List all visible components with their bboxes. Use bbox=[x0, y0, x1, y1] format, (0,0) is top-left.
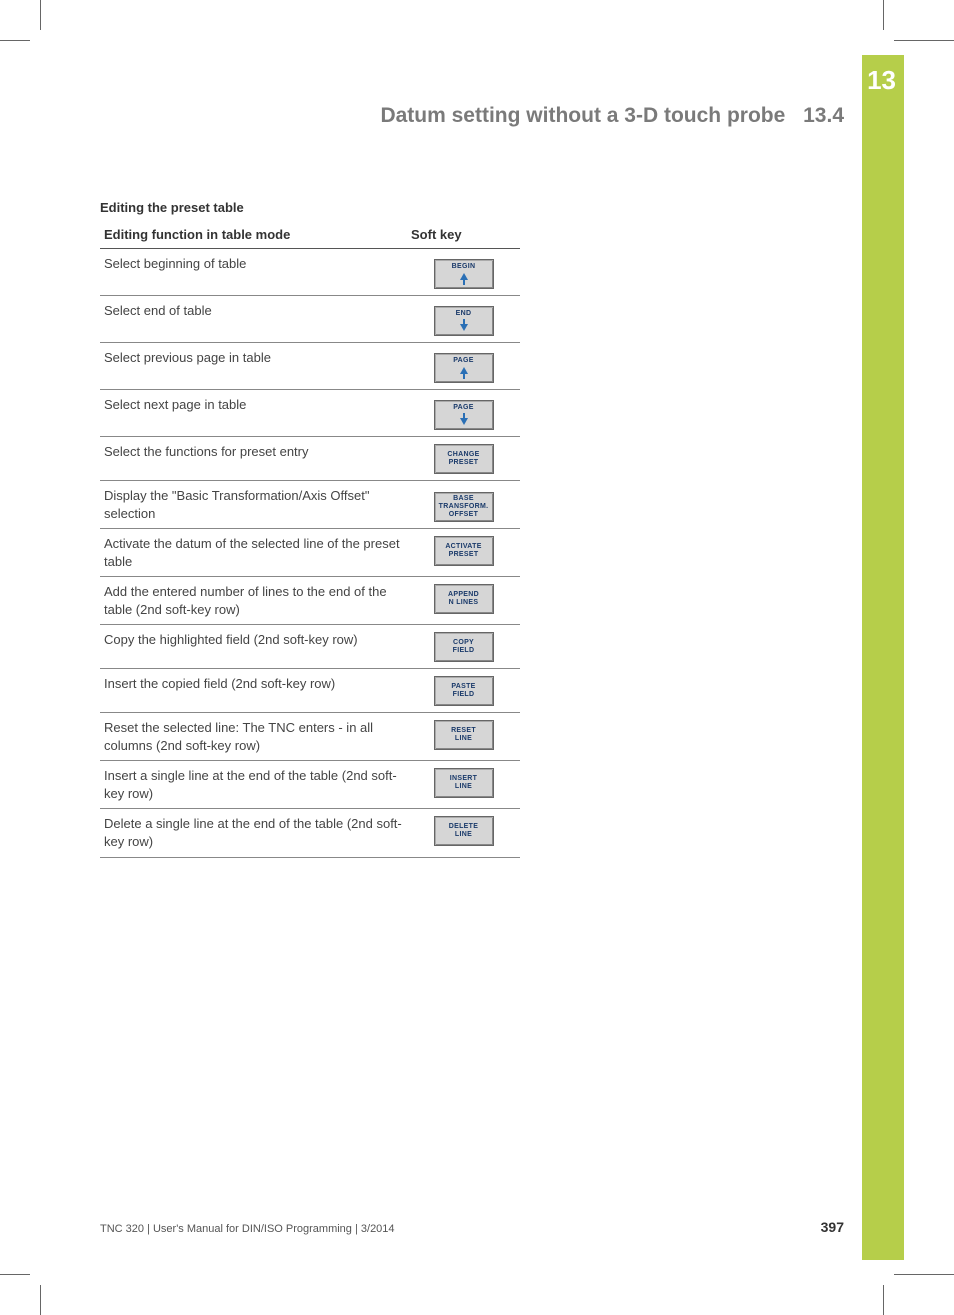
table-row: Insert a single line at the end of the t… bbox=[100, 761, 520, 809]
function-description: Delete a single line at the end of the t… bbox=[100, 809, 407, 857]
softkey-label: CHANGE PRESET bbox=[447, 451, 479, 467]
table-row: Select end of table END bbox=[100, 296, 520, 343]
softkey-label: RESET LINE bbox=[451, 727, 476, 743]
softkey-cell: INSERT LINE bbox=[407, 761, 520, 809]
softkey-label: INSERT LINE bbox=[450, 775, 477, 791]
softkey-button: PAGE bbox=[434, 353, 494, 383]
footer-text: TNC 320 | User's Manual for DIN/ISO Prog… bbox=[100, 1223, 395, 1235]
crop-mark bbox=[40, 1285, 41, 1315]
table-row: Display the "Basic Transformation/Axis O… bbox=[100, 481, 520, 529]
table-row: Copy the highlighted field (2nd soft-key… bbox=[100, 625, 520, 669]
softkey-label: COPY FIELD bbox=[453, 639, 475, 655]
header-section-number: 13.4 bbox=[803, 104, 844, 127]
function-description: Reset the selected line: The TNC enters … bbox=[100, 713, 407, 761]
softkey-button: CHANGE PRESET bbox=[434, 444, 494, 474]
table-row: Select previous page in table PAGE bbox=[100, 343, 520, 390]
function-description: Add the entered number of lines to the e… bbox=[100, 577, 407, 625]
chapter-tab bbox=[862, 55, 904, 1260]
softkey-button: APPEND N LINES bbox=[434, 584, 494, 614]
function-description: Display the "Basic Transformation/Axis O… bbox=[100, 481, 407, 529]
crop-mark bbox=[0, 40, 30, 41]
content-area: Editing the preset table Editing functio… bbox=[100, 200, 520, 858]
softkey-label: DELETE LINE bbox=[449, 823, 478, 839]
arrow-down-icon bbox=[460, 319, 468, 332]
function-description: Select next page in table bbox=[100, 390, 407, 437]
softkey-label: ACTIVATE PRESET bbox=[445, 543, 481, 559]
table-row: Insert the copied field (2nd soft-key ro… bbox=[100, 669, 520, 713]
softkey-label: PAGE bbox=[453, 357, 474, 365]
crop-mark bbox=[894, 40, 954, 41]
table-row: Activate the datum of the selected line … bbox=[100, 529, 520, 577]
function-description: Select beginning of table bbox=[100, 249, 407, 296]
softkey-cell: COPY FIELD bbox=[407, 625, 520, 669]
function-description: Copy the highlighted field (2nd soft-key… bbox=[100, 625, 407, 669]
softkey-cell: CHANGE PRESET bbox=[407, 437, 520, 481]
arrow-up-icon bbox=[460, 272, 468, 285]
function-description: Select end of table bbox=[100, 296, 407, 343]
header-title: Datum setting without a 3-D touch probe bbox=[380, 104, 785, 127]
softkey-label: END bbox=[456, 310, 472, 318]
function-description: Activate the datum of the selected line … bbox=[100, 529, 407, 577]
crop-mark bbox=[0, 1274, 30, 1275]
softkey-cell: RESET LINE bbox=[407, 713, 520, 761]
table-row: Add the entered number of lines to the e… bbox=[100, 577, 520, 625]
softkey-label: BEGIN bbox=[452, 263, 476, 271]
page-header: Datum setting without a 3-D touch probe … bbox=[100, 104, 844, 128]
softkey-cell: DELETE LINE bbox=[407, 809, 520, 857]
crop-mark bbox=[883, 1285, 884, 1315]
table-row: Select the functions for preset entry CHA… bbox=[100, 437, 520, 481]
softkey-button: BEGIN bbox=[434, 259, 494, 289]
softkey-cell: BEGIN bbox=[407, 249, 520, 296]
softkey-button: COPY FIELD bbox=[434, 632, 494, 662]
softkey-cell: BASE TRANSFORM. OFFSET bbox=[407, 481, 520, 529]
arrow-down-icon bbox=[460, 413, 468, 426]
softkey-label: PASTE FIELD bbox=[451, 683, 475, 699]
function-description: Select previous page in table bbox=[100, 343, 407, 390]
crop-mark bbox=[883, 0, 884, 30]
softkey-button: RESET LINE bbox=[434, 720, 494, 750]
softkey-label: APPEND N LINES bbox=[448, 591, 479, 607]
chapter-number: 13 bbox=[867, 65, 896, 96]
crop-mark bbox=[894, 1274, 954, 1275]
softkey-button: INSERT LINE bbox=[434, 768, 494, 798]
table-row: Delete a single line at the end of the t… bbox=[100, 809, 520, 857]
softkey-cell: PAGE bbox=[407, 343, 520, 390]
softkey-cell: PAGE bbox=[407, 390, 520, 437]
column-header-softkey: Soft key bbox=[407, 223, 520, 249]
arrow-up-icon bbox=[460, 366, 468, 379]
softkey-cell: ACTIVATE PRESET bbox=[407, 529, 520, 577]
table-row: Reset the selected line: The TNC enters … bbox=[100, 713, 520, 761]
softkey-cell: PASTE FIELD bbox=[407, 669, 520, 713]
softkey-label: PAGE bbox=[453, 404, 474, 412]
softkey-button: DELETE LINE bbox=[434, 816, 494, 846]
function-description: Insert the copied field (2nd soft-key ro… bbox=[100, 669, 407, 713]
page-footer: TNC 320 | User's Manual for DIN/ISO Prog… bbox=[100, 1219, 844, 1235]
softkey-cell: END bbox=[407, 296, 520, 343]
function-description: Select the functions for preset entry bbox=[100, 437, 407, 481]
softkey-button: END bbox=[434, 306, 494, 336]
table-row: Select next page in table PAGE bbox=[100, 390, 520, 437]
table-row: Select beginning of table BEGIN bbox=[100, 249, 520, 296]
softkey-button: PAGE bbox=[434, 400, 494, 430]
page-number: 397 bbox=[821, 1219, 844, 1235]
softkey-label: BASE TRANSFORM. OFFSET bbox=[439, 495, 489, 519]
column-header-function: Editing function in table mode bbox=[100, 223, 407, 249]
preset-editing-table: Editing function in table mode Soft key … bbox=[100, 223, 520, 858]
section-title: Editing the preset table bbox=[100, 200, 520, 215]
function-description: Insert a single line at the end of the t… bbox=[100, 761, 407, 809]
softkey-button: ACTIVATE PRESET bbox=[434, 536, 494, 566]
softkey-cell: APPEND N LINES bbox=[407, 577, 520, 625]
crop-mark bbox=[40, 0, 41, 30]
softkey-button: PASTE FIELD bbox=[434, 676, 494, 706]
softkey-button: BASE TRANSFORM. OFFSET bbox=[434, 492, 494, 522]
